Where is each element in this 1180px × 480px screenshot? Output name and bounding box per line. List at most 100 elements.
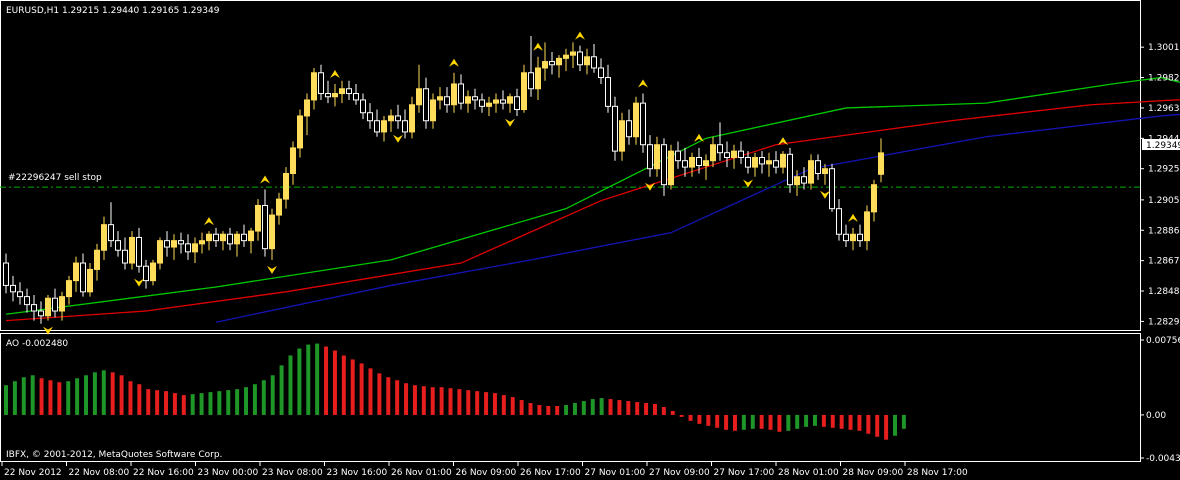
ao-bar (528, 403, 533, 415)
candle-body (451, 83, 457, 106)
ao-bar (546, 406, 551, 415)
candle-body (234, 233, 240, 245)
ao-bar (297, 348, 302, 415)
candle-body (374, 120, 380, 133)
candle-body (794, 176, 800, 186)
time-tick-label: 26 Nov 09:00 (456, 468, 517, 478)
candle-body (416, 88, 422, 106)
ao-bar (395, 380, 400, 415)
ao-bar (475, 391, 480, 415)
candle-body (822, 168, 828, 174)
ao-bar (768, 414, 773, 430)
candle-body (367, 112, 373, 122)
ao-bar (350, 359, 355, 415)
ao-bar (84, 375, 89, 415)
ao-bar (412, 385, 417, 415)
price-tick-label: 1.29820 (1148, 74, 1180, 84)
ao-bar (270, 375, 275, 415)
price-tick-label: 1.29630 (1148, 104, 1180, 114)
candle-body (199, 240, 205, 245)
trading-chart[interactable]: 1.300101.298201.296301.294401.292501.290… (0, 0, 1180, 480)
ao-bar (332, 350, 337, 415)
price-tick-label: 1.28675 (1148, 257, 1180, 267)
ao-bar (261, 380, 266, 415)
candle-body (24, 296, 30, 306)
candle-body (402, 120, 408, 133)
candle-body (122, 249, 128, 264)
ao-bar (839, 414, 844, 429)
ao-bar (172, 393, 177, 415)
candle-body (52, 297, 58, 312)
candle-body (395, 115, 401, 122)
ao-bar (324, 346, 329, 415)
ao-bar (812, 414, 817, 426)
price-tick-label: 1.28295 (1148, 317, 1180, 327)
candle-body (542, 61, 548, 69)
candle-body (241, 233, 247, 242)
ao-bar (590, 399, 595, 415)
candle-body (857, 233, 863, 242)
candle-body (206, 233, 212, 242)
ao-bar (786, 414, 791, 431)
ao-bar (581, 401, 586, 415)
candle-body (780, 153, 786, 168)
candle-body (766, 160, 772, 165)
ao-bar (501, 395, 506, 415)
time-tick-label: 28 Nov 09:00 (843, 468, 904, 478)
time-tick-label: 23 Nov 16:00 (327, 468, 388, 478)
ao-bar (128, 381, 133, 415)
ao-bar (30, 375, 35, 415)
ao-bar (724, 414, 729, 430)
candle-body (633, 102, 639, 138)
ao-bar (386, 377, 391, 415)
candle-body (171, 240, 177, 248)
ao-bar (279, 365, 284, 415)
candle-body (871, 184, 877, 213)
ao-bar (848, 414, 853, 430)
candle-body (164, 240, 170, 248)
ao-bar (857, 414, 862, 431)
candle-body (465, 96, 471, 104)
candle-body (864, 211, 870, 242)
time-tick-label: 27 Nov 01:00 (585, 468, 646, 478)
candle-body (409, 104, 415, 133)
candle-body (598, 67, 604, 79)
candle-body (528, 72, 534, 90)
ao-bar (821, 414, 826, 427)
ao-bar (670, 410, 675, 415)
ao-bar (12, 381, 17, 415)
ao-bar (901, 414, 906, 429)
ao-bar (555, 406, 560, 415)
candle-body (836, 208, 842, 235)
candle-body (570, 51, 576, 56)
candle-body (577, 51, 583, 66)
ao-bar (341, 355, 346, 415)
candle-body (311, 72, 317, 101)
ao-bar (741, 414, 746, 430)
ao-bar (626, 401, 631, 415)
candle-body (262, 204, 268, 250)
candle-body (605, 77, 611, 107)
chart-background (0, 0, 1180, 480)
ao-bar (288, 355, 293, 415)
ao-bar (4, 385, 8, 415)
copyright-text: IBFX, © 2001-2012, MetaQuotes Software C… (6, 450, 222, 460)
ao-bar (537, 405, 542, 415)
ao-bar (421, 386, 426, 415)
ao-bar (155, 390, 160, 415)
ao-bar (893, 414, 897, 436)
ao-bar (439, 387, 444, 415)
ao-bar (492, 393, 497, 415)
ao-bar (252, 384, 257, 415)
ao-bar (57, 382, 62, 415)
candle-body (458, 83, 464, 104)
ao-bar (244, 387, 249, 415)
candle-body (668, 150, 674, 186)
candle-body (304, 99, 310, 117)
ao-bar (564, 405, 569, 415)
candle-body (808, 160, 814, 184)
candle-body (752, 157, 758, 168)
candle-body (17, 291, 23, 298)
candle-body (73, 262, 79, 282)
candle-body (157, 240, 163, 264)
